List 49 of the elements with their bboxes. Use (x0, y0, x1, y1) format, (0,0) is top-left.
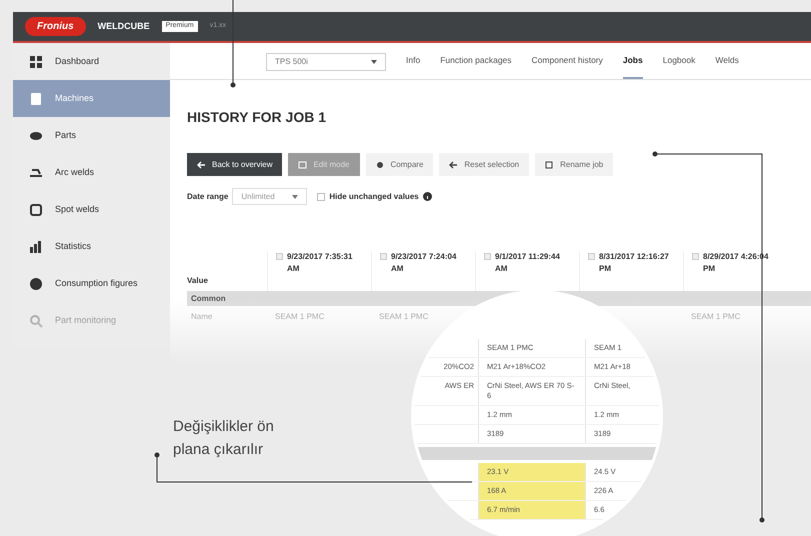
grid-icon (29, 54, 43, 68)
column-header: 9/1/2017 11:29:44 AM (495, 251, 561, 275)
column-header: 8/31/2017 12:16:27 PM (599, 251, 670, 275)
checkbox[interactable] (484, 253, 491, 260)
frame-icon (29, 202, 43, 216)
tab[interactable]: Info (406, 54, 420, 79)
table-cell-text: SEAM 1 PMC (690, 311, 742, 323)
action-button[interactable]: Back to overview (187, 153, 282, 176)
column-header: Value (187, 275, 208, 287)
tab[interactable]: Logbook (662, 54, 696, 79)
tab[interactable]: Welds (715, 54, 739, 79)
action-button[interactable]: Reset selection (439, 153, 530, 176)
table-cell-text: SEAM 1 PMC (274, 311, 326, 323)
action-button[interactable]: Compare (366, 153, 434, 176)
document-icon (29, 92, 43, 106)
search-icon (29, 314, 43, 328)
sidebar-item[interactable]: Statistics (13, 228, 170, 265)
tab[interactable]: Function packages (440, 54, 512, 79)
machine-dropdown[interactable]: TPS 500i (266, 53, 386, 71)
bar-chart-icon (29, 240, 43, 254)
sidebar-item[interactable]: Dashboard (13, 43, 170, 80)
checkbox[interactable] (692, 253, 699, 260)
checkbox[interactable] (317, 192, 326, 200)
annotation-text: Değişiklikler ön plana çıkarılır (173, 417, 275, 460)
brand-logo: Fronius (25, 17, 86, 36)
column-header: 9/23/2017 7:24:04 AM (391, 251, 458, 275)
sidebar-item[interactable]: Parts (13, 117, 170, 154)
arrow-left-icon (197, 160, 206, 168)
group-label: Common (191, 292, 226, 304)
tab[interactable]: Jobs (622, 54, 643, 79)
column-header: 9/23/2017 7:35:31 AM (287, 251, 354, 275)
row-label: Name (190, 311, 214, 323)
checkbox[interactable] (380, 253, 387, 260)
table-cell-text: SEAM 1 PMC (378, 311, 430, 323)
chevron-icon (292, 194, 298, 198)
checkbox-label: Hide unchanged values (329, 190, 419, 202)
info-icon (422, 192, 432, 201)
checkbox[interactable] (276, 253, 283, 260)
sidebar-item[interactable]: Spot welds (13, 191, 170, 228)
checkbox[interactable] (588, 253, 595, 260)
date-range-label: Date range (187, 190, 228, 202)
arrow-left-icon (449, 160, 458, 168)
caret-icon (371, 60, 377, 64)
page-title: HISTORY FOR JOB 1 (187, 108, 327, 127)
sidebar-item[interactable]: Consumption figures (13, 265, 170, 302)
tab[interactable]: Component history (532, 54, 603, 79)
action-button[interactable]: Rename job (535, 153, 614, 176)
sidebar-item[interactable]: Arc welds (13, 154, 170, 191)
product-name: WELDCUBE (98, 20, 150, 33)
